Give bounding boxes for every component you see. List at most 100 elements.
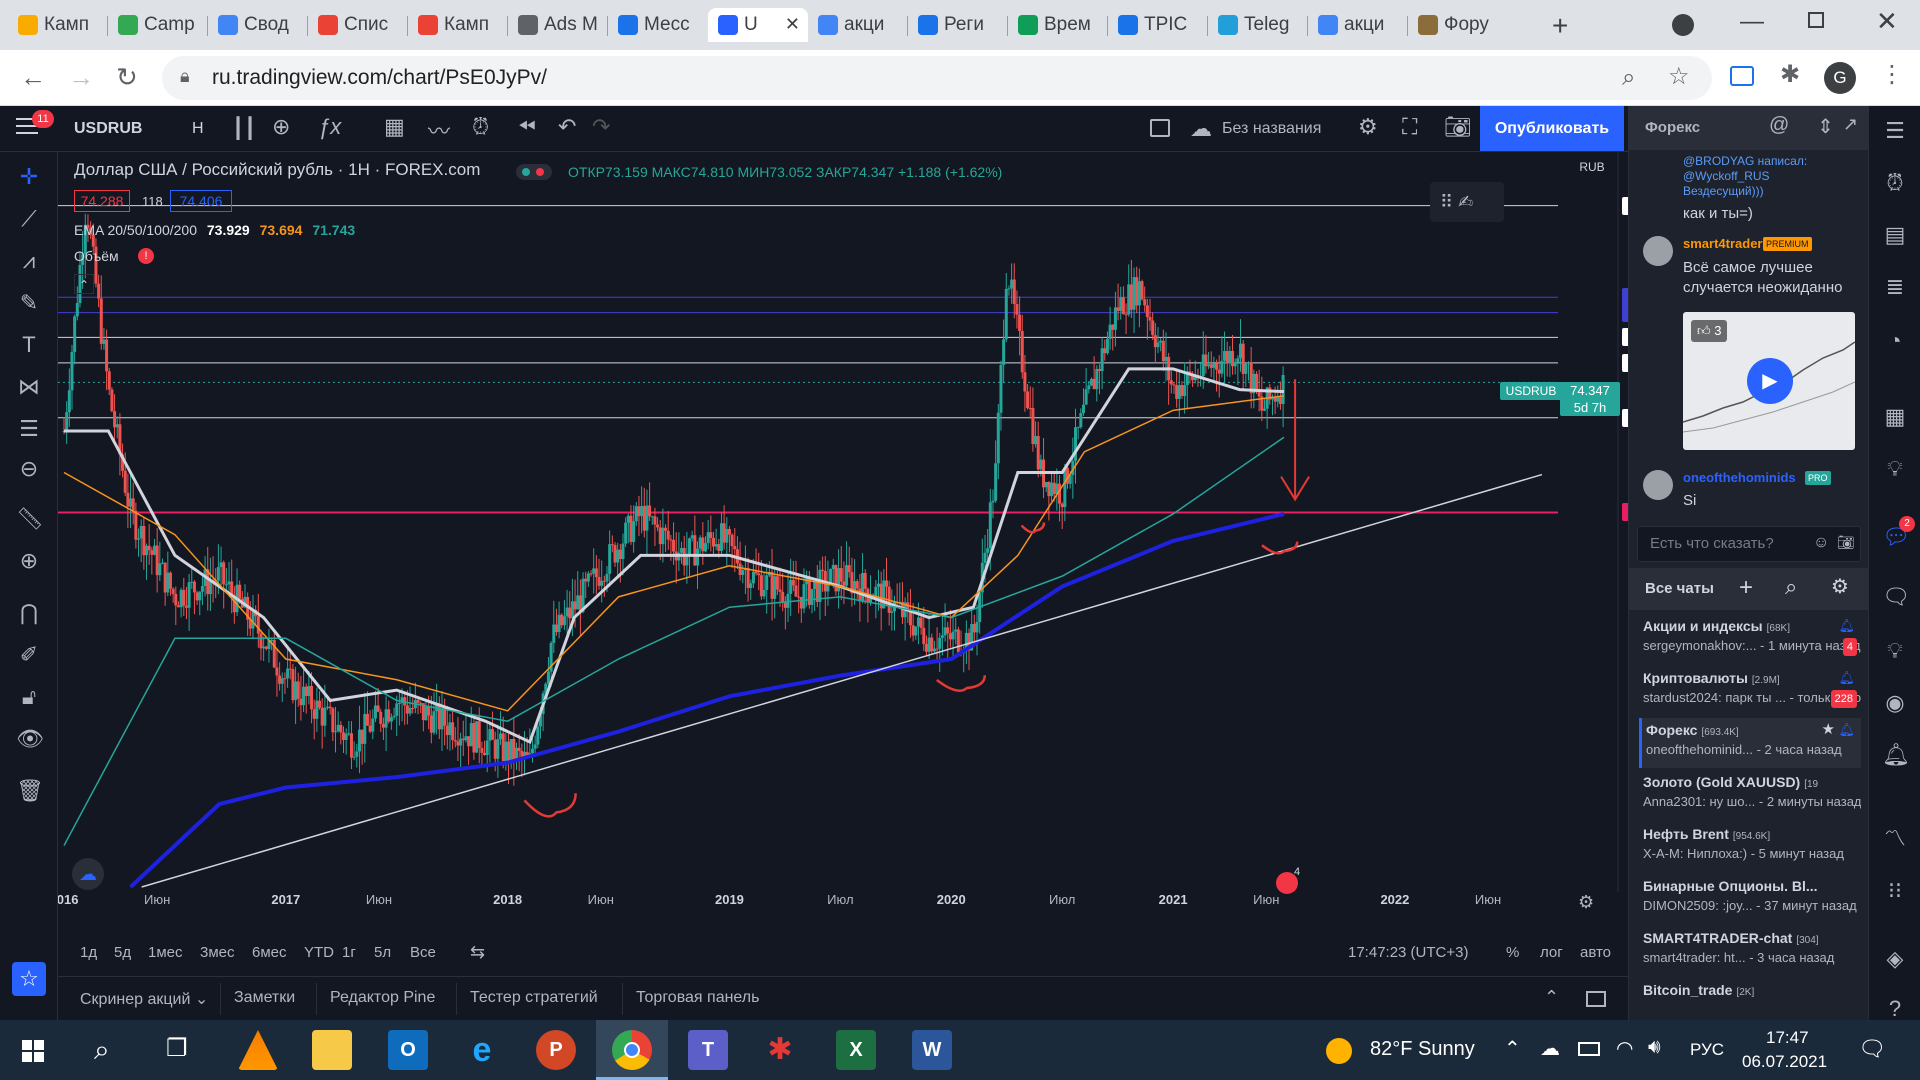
zoom-icon[interactable]: ⌕ — [1622, 64, 1635, 92]
chat-room[interactable]: Форекс [693.4K] oneofthehominid... - 2 час… — [1639, 718, 1861, 768]
range-button[interactable]: 1мес — [148, 944, 183, 961]
task-view-icon[interactable]: ❐ — [166, 1034, 188, 1063]
pattern-icon[interactable]: ⋈ — [16, 374, 42, 400]
chat-room[interactable]: Акции и индексы [68K] sergeymonakhov:... -… — [1639, 614, 1861, 664]
browser-tab[interactable]: Реги — [908, 8, 1008, 42]
ask-price[interactable]: 74.406 — [170, 190, 232, 212]
browser-tab[interactable]: Камп — [8, 8, 108, 42]
alerts-clock-icon[interactable]: ⏰︎ — [1882, 170, 1908, 196]
stream-icon[interactable]: ◉ — [1882, 690, 1908, 716]
likes-counter[interactable]: 👍︎ 3 — [1691, 320, 1728, 342]
omnibox[interactable]: 🔒︎ ru.tradingview.com/chart/PsE0JyPv/ ⌕ … — [162, 56, 1712, 100]
bottom-tab[interactable]: Редактор Pine — [330, 989, 435, 1007]
tray-cloud-icon[interactable]: ☁︎ — [1540, 1036, 1560, 1061]
resize-icon[interactable]: ⇕ — [1817, 114, 1834, 139]
chat-avatar[interactable] — [1643, 470, 1673, 500]
bar-style-icon[interactable]: ┃┃ — [232, 116, 256, 141]
popout-icon[interactable]: ↗ — [1843, 114, 1858, 135]
restore-button[interactable] — [1808, 12, 1824, 28]
search-chats-icon[interactable]: ⌕ — [1785, 574, 1797, 600]
indicators-icon[interactable]: ƒx — [318, 114, 341, 140]
interval-button[interactable]: H — [192, 120, 204, 138]
close-window-button[interactable]: ✕ — [1876, 6, 1898, 37]
bottom-tab[interactable]: Заметки — [234, 989, 295, 1007]
tray-chevron-icon[interactable]: ⌃ — [1504, 1036, 1521, 1061]
chat-channel-name[interactable]: Форекс — [1645, 119, 1700, 136]
draw-mode-icon[interactable]: ✐ — [16, 642, 42, 668]
trash-icon[interactable]: 🗑︎ — [16, 778, 44, 804]
emoji-icon[interactable]: ☺ — [1813, 534, 1829, 552]
bookmark-star-icon[interactable]: ☆ — [1668, 62, 1690, 91]
browser-tab[interactable]: Спис — [308, 8, 408, 42]
trend-line-icon[interactable]: ⟋ — [16, 206, 42, 232]
chat-settings-icon[interactable]: ⚙︎ — [1831, 574, 1849, 599]
browser-tab[interactable]: TPIC — [1108, 8, 1208, 42]
chat-avatar[interactable] — [1643, 236, 1673, 266]
chat-username[interactable]: oneofthehominids — [1683, 470, 1796, 485]
chat-video-preview[interactable]: 👍︎ 3 ▶ — [1683, 312, 1855, 450]
ruler-icon[interactable]: 📏︎ — [16, 506, 44, 532]
chat-username[interactable]: smart4trader — [1683, 236, 1763, 251]
remove-icon[interactable]: ⊖ — [16, 456, 42, 482]
goto-date-icon[interactable]: ⇆ — [470, 942, 485, 963]
chrome-icon[interactable] — [612, 1030, 652, 1070]
browser-tab[interactable]: Камп — [408, 8, 508, 42]
magnet-icon[interactable]: ⋂ — [16, 600, 42, 626]
range-button[interactable]: 3мес — [200, 944, 235, 961]
text-icon[interactable]: T — [16, 332, 42, 358]
outlook-icon[interactable]: O — [388, 1030, 428, 1070]
financials-icon[interactable]: 〰 — [428, 114, 450, 146]
log-toggle[interactable]: лог — [1540, 944, 1563, 961]
back-icon[interactable]: ← — [20, 62, 46, 93]
layers-icon[interactable]: ◈ — [1882, 946, 1908, 972]
lock-drawings-icon[interactable]: 🔓︎ — [16, 684, 42, 710]
bell-icon[interactable]: 🔔︎ — [1838, 670, 1855, 686]
browser-tab[interactable]: Camp — [108, 8, 208, 42]
cast-icon[interactable] — [1730, 66, 1754, 86]
bid-price[interactable]: 74.288 — [74, 190, 130, 212]
new-tab-button[interactable]: + — [1552, 10, 1568, 42]
tab-search-icon[interactable] — [1672, 14, 1694, 36]
chart-canvas[interactable]: 2016 Июн 2017 Июн 2018 Июн 2019 Июл 2020 Июл 2021 И… — [58, 152, 1632, 912]
extensions-icon[interactable]: ✱ — [1780, 60, 1800, 89]
range-button[interactable]: 1г — [342, 944, 356, 961]
clock-time[interactable]: 17:47:23 (UTC+3) — [1348, 944, 1468, 961]
chat-room[interactable]: Бинарные Опционы. Bl... DIMON2509: :joy..… — [1639, 874, 1861, 924]
range-button[interactable]: 5л — [374, 944, 391, 961]
settings-icon[interactable]: ⚙︎ — [1358, 114, 1378, 140]
axis-settings-icon[interactable]: ⚙︎ — [1578, 892, 1594, 913]
powerpoint-icon[interactable]: P — [536, 1030, 576, 1070]
bottom-tab[interactable]: Скринер акций ⌄ — [80, 989, 208, 1009]
browser-tab[interactable]: акци — [1308, 8, 1408, 42]
data-window-icon[interactable]: ▤ — [1882, 222, 1908, 248]
browser-tab[interactable]: Фору — [1408, 8, 1508, 42]
language-indicator[interactable]: РУС — [1690, 1040, 1724, 1060]
all-chats-label[interactable]: Все чаты — [1645, 580, 1714, 597]
volume-label[interactable]: Объём — [74, 248, 119, 264]
snapshot-icon[interactable]: 📷︎ — [1444, 114, 1472, 140]
excel-icon[interactable]: X — [836, 1030, 876, 1070]
chart-title[interactable]: Доллар США / Российский рубль · 1Н · FOR… — [74, 160, 480, 180]
bell-icon[interactable]: 🔔︎ — [1838, 618, 1855, 634]
browser-tab[interactable]: Teleg — [1208, 8, 1308, 42]
more-menu-icon[interactable]: ⋮ — [1880, 60, 1904, 89]
bottom-tab[interactable]: Тестер стратегий — [470, 989, 598, 1007]
close-tab-icon[interactable]: ✕ — [785, 14, 800, 35]
ema-legend[interactable]: EMA 20/50/100/200 73.929 73.694 71.743 — [74, 222, 355, 238]
search-icon[interactable]: ⌕ — [94, 1034, 110, 1067]
volume-icon[interactable]: 🔊︎ — [1648, 1036, 1661, 1059]
prediction-icon[interactable]: ☰ — [16, 416, 42, 442]
private-chats-icon[interactable]: 🗨︎ — [1882, 584, 1910, 610]
suggestions-icon[interactable]: 💡︎ — [1882, 638, 1908, 664]
wifi-icon[interactable]: ◠ — [1616, 1036, 1633, 1061]
forward-icon[interactable]: → — [68, 62, 94, 93]
range-button[interactable]: 5д — [114, 944, 131, 961]
currency-button[interactable]: RUB — [1572, 160, 1612, 178]
browser-tab[interactable]: Свод — [208, 8, 308, 42]
favorites-star-icon[interactable]: ☆ — [12, 962, 46, 996]
reload-icon[interactable]: ↻ — [116, 62, 138, 93]
publish-button[interactable]: Опубликовать — [1480, 106, 1624, 151]
watchlist-icon[interactable]: ☰ — [1882, 118, 1908, 144]
play-icon[interactable]: ▶ — [1747, 358, 1793, 404]
action-center-icon[interactable]: 🗨︎ — [1858, 1036, 1886, 1062]
